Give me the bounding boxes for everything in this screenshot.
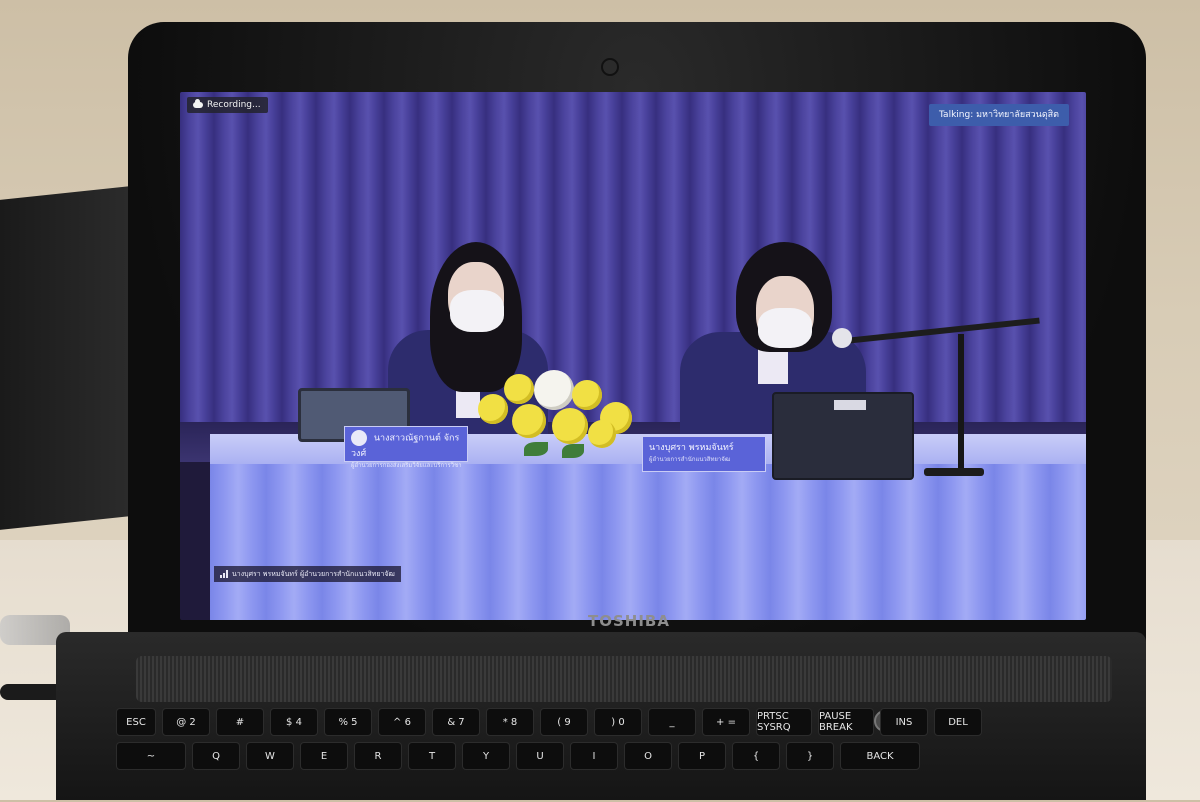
key[interactable]: ^ 6 — [378, 708, 426, 736]
nameplate-right: นางบุศรา พรหมจันทร์ ผู้อำนวยการสำนักแนวส… — [642, 436, 766, 472]
key[interactable]: _ — [648, 708, 696, 736]
key[interactable]: T — [408, 742, 456, 770]
laptop-brand-logo: TOSHIBA — [588, 612, 670, 630]
webcam-icon — [601, 58, 619, 76]
key[interactable]: E — [300, 742, 348, 770]
recording-label: Recording... — [207, 100, 261, 110]
key[interactable]: Q — [192, 742, 240, 770]
key[interactable]: U — [516, 742, 564, 770]
signal-bars-icon — [220, 570, 228, 578]
key[interactable]: Y — [462, 742, 510, 770]
cloud-recording-icon — [193, 99, 203, 108]
key[interactable]: DEL — [934, 708, 982, 736]
participant-name: นางบุศรา พรหมจันทร์ ผู้อำนวยการสำนักแนวส… — [232, 570, 395, 578]
flower-arrangement — [468, 364, 646, 468]
key[interactable]: PRTSC SYSRQ — [756, 708, 812, 736]
emblem-icon — [351, 430, 367, 446]
nameplate-right-text: นางบุศรา พรหมจันทร์ — [649, 443, 734, 453]
keyboard: ESC @ 2 # $ 4% 5 ^ 6 & 7 * 8( 9) 0 _ + = PRTSC SY… — [116, 702, 1126, 802]
key[interactable]: + = — [702, 708, 750, 736]
laptop-base: ESC @ 2 # $ 4% 5 ^ 6 & 7 * 8( 9) 0 _ + = PRTSC SY… — [56, 632, 1146, 800]
key[interactable]: * 8 — [486, 708, 534, 736]
participant-name-tag: นางบุศรา พรหมจันทร์ ผู้อำนวยการสำนักแนวส… — [214, 566, 401, 582]
key[interactable]: $ 4 — [270, 708, 318, 736]
key[interactable]: ~ — [116, 742, 186, 770]
microphone-icon — [832, 328, 852, 348]
key[interactable]: INS — [880, 708, 928, 736]
key[interactable]: I — [570, 742, 618, 770]
presenter-laptop — [772, 392, 914, 480]
key[interactable]: & 7 — [432, 708, 480, 736]
key[interactable]: ) 0 — [594, 708, 642, 736]
nameplate-left-text: นางสาวณัฐกานต์ จักรวงศ์ — [351, 433, 460, 460]
key[interactable]: PAUSE BREAK — [818, 708, 874, 736]
nameplate-left-subtext: ผู้อำนวยการกองส่งเสริมวิจัยและบริการวิชา… — [351, 462, 461, 469]
key[interactable]: O — [624, 742, 672, 770]
key[interactable]: BACK — [840, 742, 920, 770]
key[interactable]: ESC — [116, 708, 156, 736]
face-mask — [758, 308, 812, 348]
key[interactable]: ( 9 — [540, 708, 588, 736]
key[interactable]: R — [354, 742, 402, 770]
key[interactable]: # — [216, 708, 264, 736]
face-mask — [450, 290, 504, 332]
microphone-base — [924, 468, 984, 476]
key[interactable]: { — [732, 742, 780, 770]
laptop-screen: นางสาวณัฐกานต์ จักรวงศ์ ผู้อำนวยการกองส่… — [180, 92, 1086, 620]
key[interactable]: W — [246, 742, 294, 770]
key[interactable]: @ 2 — [162, 708, 210, 736]
recording-indicator[interactable]: Recording... — [187, 97, 268, 113]
speaker-grill — [136, 656, 1112, 702]
key[interactable]: % 5 — [324, 708, 372, 736]
key[interactable]: } — [786, 742, 834, 770]
nameplate-left: นางสาวณัฐกานต์ จักรวงศ์ ผู้อำนวยการกองส่… — [344, 426, 468, 469]
nameplate-right-subtext: ผู้อำนวยการสำนักแนวสิทยาจัฒ — [649, 456, 731, 463]
talking-indicator: Talking: มหาวิทยาลัยสวนดุสิต — [929, 104, 1069, 126]
key[interactable]: P — [678, 742, 726, 770]
microphone-stand — [958, 334, 964, 472]
